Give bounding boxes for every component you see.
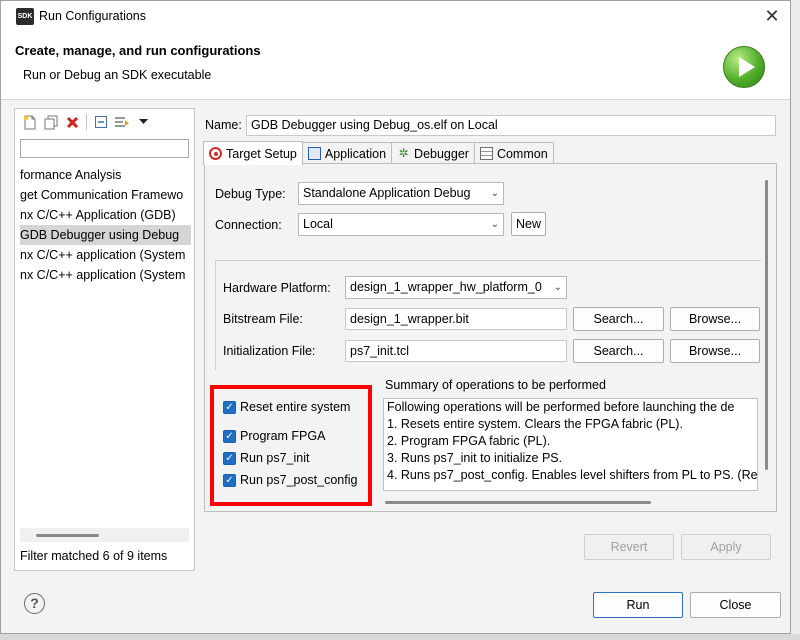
- bug-icon: ✲: [398, 146, 409, 160]
- sdk-logo-icon: SDK: [16, 8, 34, 25]
- debug-type-select[interactable]: Standalone Application Debug ⌄: [298, 182, 504, 205]
- new-configuration-icon[interactable]: [21, 113, 39, 131]
- scrollbar-thumb[interactable]: [385, 501, 651, 504]
- connection-label: Connection:: [215, 218, 282, 232]
- tree-item-selected[interactable]: GDB Debugger using Debug: [20, 225, 191, 245]
- chevron-down-icon: ⌄: [490, 188, 499, 199]
- initialization-file-label: Initialization File:: [223, 344, 316, 358]
- summary-line: 4. Runs ps7_post_config. Enables level s…: [387, 468, 758, 482]
- bitstream-field[interactable]: design_1_wrapper.bit: [345, 308, 567, 330]
- bitstream-browse-button[interactable]: Browse...: [670, 307, 760, 331]
- list-horizontal-scrollbar[interactable]: [20, 528, 189, 542]
- run-configurations-dialog: SDK Run Configurations ✕ Create, manage,…: [0, 0, 791, 634]
- hardware-platform-value: design_1_wrapper_hw_platform_0: [350, 280, 542, 294]
- filter-input[interactable]: [20, 139, 189, 158]
- scrollbar-thumb[interactable]: [36, 534, 99, 537]
- list-toolbar: [21, 112, 152, 132]
- init-search-button[interactable]: Search...: [573, 339, 664, 363]
- tab-label: Target Setup: [226, 146, 297, 161]
- summary-label: Summary of operations to be performed: [385, 378, 606, 392]
- menu-chevron-icon[interactable]: [134, 113, 152, 131]
- header-subtitle: Run or Debug an SDK executable: [23, 68, 212, 82]
- config-tabs: Target Setup Application ✲ Debugger Comm…: [203, 141, 554, 165]
- hardware-platform-select[interactable]: design_1_wrapper_hw_platform_0 ⌄: [345, 276, 567, 299]
- header-title: Create, manage, and run configurations: [15, 43, 261, 58]
- panel-vertical-scrollbar[interactable]: [764, 180, 770, 470]
- init-browse-button[interactable]: Browse...: [670, 339, 760, 363]
- tree-item[interactable]: formance Analysis: [20, 165, 191, 185]
- title-bar: SDK Run Configurations ✕: [1, 1, 790, 32]
- summary-line: 3. Runs ps7_init to initialize PS.: [387, 451, 563, 465]
- application-icon: [307, 147, 321, 160]
- apply-button[interactable]: Apply: [681, 534, 771, 560]
- name-label: Name:: [205, 118, 242, 132]
- summary-line: Following operations will be performed b…: [387, 400, 735, 414]
- tab-target-setup[interactable]: Target Setup: [203, 141, 303, 165]
- configuration-list-panel: formance Analysis get Communication Fram…: [14, 108, 195, 571]
- target-icon: [209, 147, 222, 160]
- bitstream-search-button[interactable]: Search...: [573, 307, 664, 331]
- filter-icon[interactable]: [113, 113, 131, 131]
- dialog-header: Create, manage, and run configurations R…: [1, 32, 790, 100]
- duplicate-icon[interactable]: [42, 113, 60, 131]
- connection-value: Local: [303, 217, 333, 231]
- delete-icon[interactable]: [63, 113, 81, 131]
- tab-common[interactable]: Common: [473, 142, 554, 164]
- hardware-platform-label: Hardware Platform:: [223, 281, 331, 295]
- tab-debugger[interactable]: ✲ Debugger: [391, 142, 475, 164]
- scrollbar-thumb[interactable]: [765, 180, 768, 470]
- toolbar-separator: [86, 114, 87, 130]
- highlight-annotation-box: [210, 385, 372, 506]
- filter-status: Filter matched 6 of 9 items: [20, 549, 168, 563]
- chevron-down-icon: ⌄: [490, 219, 499, 230]
- tree-item[interactable]: get Communication Framewo: [20, 185, 191, 205]
- tab-label: Common: [496, 146, 548, 161]
- tree-item[interactable]: nx C/C++ Application (GDB): [20, 205, 191, 225]
- initialization-file-field[interactable]: ps7_init.tcl: [345, 340, 567, 362]
- summary-line: 2. Program FPGA fabric (PL).: [387, 434, 551, 448]
- close-button[interactable]: Close: [690, 592, 781, 618]
- summary-text-area[interactable]: Following operations will be performed b…: [383, 398, 758, 491]
- configuration-name-field[interactable]: GDB Debugger using Debug_os.elf on Local: [246, 115, 776, 136]
- close-window-icon[interactable]: ✕: [754, 1, 790, 32]
- debug-type-label: Debug Type:: [215, 187, 286, 201]
- tab-label: Debugger: [414, 146, 469, 161]
- summary-line: 1. Resets entire system. Clears the FPGA…: [387, 417, 683, 431]
- run-button[interactable]: Run: [593, 592, 683, 618]
- taskbar-edge: [0, 634, 800, 640]
- tab-application[interactable]: Application: [301, 142, 393, 164]
- tab-label: Application: [324, 146, 387, 161]
- help-icon[interactable]: ?: [24, 593, 45, 614]
- bitstream-label: Bitstream File:: [223, 312, 303, 326]
- summary-horizontal-scrollbar[interactable]: [383, 495, 758, 507]
- debug-type-value: Standalone Application Debug: [303, 186, 471, 200]
- run-icon: [723, 46, 765, 88]
- tree-item[interactable]: nx C/C++ application (System: [20, 265, 191, 285]
- tree-item[interactable]: nx C/C++ application (System: [20, 245, 191, 265]
- new-connection-button[interactable]: New: [511, 212, 546, 236]
- window-title: Run Configurations: [39, 9, 147, 23]
- common-icon: [479, 147, 493, 160]
- collapse-all-icon[interactable]: [92, 113, 110, 131]
- chevron-down-icon: ⌄: [553, 282, 562, 293]
- revert-button[interactable]: Revert: [584, 534, 674, 560]
- configuration-tree: formance Analysis get Communication Fram…: [20, 165, 191, 525]
- connection-select[interactable]: Local ⌄: [298, 213, 504, 236]
